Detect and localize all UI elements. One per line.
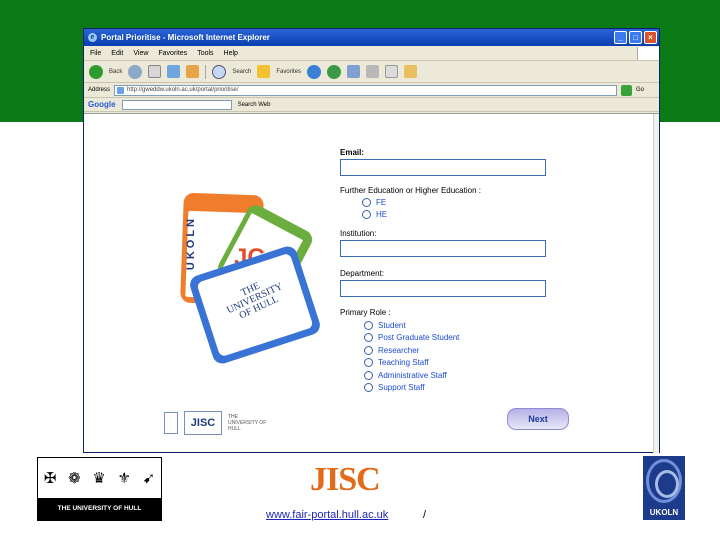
back-arrow-icon[interactable] xyxy=(89,64,103,79)
menu-favorites[interactable]: Favorites xyxy=(158,50,187,57)
menu-bar: File Edit View Favorites Tools Help xyxy=(84,46,659,61)
refresh-icon[interactable] xyxy=(167,65,181,78)
radio-fe[interactable] xyxy=(362,198,371,207)
mail-icon[interactable] xyxy=(347,65,361,78)
google-search-web-button[interactable]: Search Web xyxy=(238,102,271,108)
close-button[interactable]: × xyxy=(644,31,657,44)
radio-admin[interactable] xyxy=(364,371,373,380)
ukoln-swirl-icon xyxy=(646,459,682,503)
address-input[interactable]: http://gweddw.ukoln.ac.uk/portal/priorit… xyxy=(114,84,618,96)
search-icon[interactable] xyxy=(212,64,227,79)
google-toolbar: Google Search Web xyxy=(84,98,659,112)
next-button[interactable]: Next xyxy=(507,408,569,430)
role-option-admin[interactable]: Administrative Staff xyxy=(364,371,447,380)
ie-icon: e xyxy=(88,33,97,42)
institution-field[interactable] xyxy=(340,240,546,257)
scrollbar[interactable] xyxy=(653,114,659,453)
role-option-label: Administrative Staff xyxy=(378,371,447,380)
role-option-postgrad[interactable]: Post Graduate Student xyxy=(364,333,459,342)
favorites-star-icon[interactable] xyxy=(257,65,271,78)
browser-window: e Portal Prioritise - Microsoft Internet… xyxy=(83,28,660,453)
go-arrow-icon[interactable] xyxy=(621,84,633,96)
toolbar: Back Search Favorites xyxy=(84,61,659,83)
department-field[interactable] xyxy=(340,280,546,297)
ukoln-wordmark: UKOLN xyxy=(649,508,679,517)
ukoln-logo: UKOLN xyxy=(643,456,685,520)
email-field[interactable] xyxy=(340,159,546,176)
edit-icon[interactable] xyxy=(385,65,399,78)
google-search-input[interactable] xyxy=(121,99,232,110)
title-bar: e Portal Prioritise - Microsoft Internet… xyxy=(84,29,659,46)
role-label: Primary Role : xyxy=(340,308,391,317)
role-option-label: Post Graduate Student xyxy=(378,333,460,342)
education-label: Further Education or Higher Education : xyxy=(340,186,481,195)
google-logo[interactable]: Google xyxy=(88,100,116,109)
role-option-researcher[interactable]: Researcher xyxy=(364,346,419,355)
role-option-label: Researcher xyxy=(378,346,420,355)
crest-ship-icon: ✠ xyxy=(43,470,57,487)
menu-view[interactable]: View xyxy=(133,50,148,57)
page-content: UKOLN JC THE UNIVERSITY OF HULL JISC THE… xyxy=(84,113,659,453)
education-option-fe-label: FE xyxy=(376,198,387,207)
favorites-label[interactable]: Favorites xyxy=(276,69,301,75)
menu-file[interactable]: File xyxy=(90,50,101,57)
radio-postgrad[interactable] xyxy=(364,333,373,342)
stop-icon[interactable] xyxy=(148,65,162,78)
small-hull-logo: THE UNIVERSITY OF HULL xyxy=(228,414,267,432)
jisc-logo: JISC xyxy=(310,461,381,498)
department-label: Department: xyxy=(340,269,385,278)
address-label: Address xyxy=(88,87,111,93)
radio-researcher[interactable] xyxy=(364,346,373,355)
media-icon[interactable] xyxy=(307,64,322,79)
menu-tools[interactable]: Tools xyxy=(197,50,213,57)
small-jisc-logo: JISC xyxy=(184,411,222,435)
education-option-he[interactable]: HE xyxy=(362,210,387,219)
windows-logo-icon xyxy=(637,46,659,60)
education-option-fe[interactable]: FE xyxy=(362,198,386,207)
radio-teaching[interactable] xyxy=(364,358,373,367)
role-option-label: Support Staff xyxy=(378,383,425,392)
search-label[interactable]: Search xyxy=(232,69,251,75)
maximize-button[interactable]: □ xyxy=(629,31,642,44)
role-option-label: Student xyxy=(378,321,406,330)
print-icon[interactable] xyxy=(366,65,380,78)
radio-he[interactable] xyxy=(362,210,371,219)
forward-arrow-icon[interactable] xyxy=(128,64,143,79)
ukoln-card-text: UKOLN xyxy=(185,216,197,271)
role-option-student[interactable]: Student xyxy=(364,321,406,330)
folder-icon[interactable] xyxy=(404,65,418,78)
radio-support[interactable] xyxy=(364,383,373,392)
go-button[interactable]: Go xyxy=(636,87,644,93)
back-label[interactable]: Back xyxy=(109,69,122,75)
crest-bird-icon: ➹ xyxy=(142,470,156,487)
small-ukoln-logo xyxy=(164,412,178,434)
crest-rose-icon: ❁ xyxy=(68,470,81,487)
radio-student[interactable] xyxy=(364,321,373,330)
toolbar-separator xyxy=(205,64,207,79)
role-option-support[interactable]: Support Staff xyxy=(364,383,425,392)
email-label: Email: xyxy=(340,148,365,157)
address-bar: Address http://gweddw.ukoln.ac.uk/portal… xyxy=(84,83,659,98)
window-title: Portal Prioritise - Microsoft Internet E… xyxy=(101,33,270,42)
hull-university-logo: ✠ ❁ ♛ ⚜ ➹ THE UNIVERSITY OF HULL xyxy=(37,457,162,521)
portal-link[interactable]: www.fair-portal.hull.ac.uk xyxy=(266,509,388,521)
hull-crest-icons: ✠ ❁ ♛ ⚜ ➹ xyxy=(38,458,161,498)
history-icon[interactable] xyxy=(327,64,342,79)
small-logo-strip: JISC THE UNIVERSITY OF HULL xyxy=(164,411,268,435)
institution-label: Institution: xyxy=(340,229,377,238)
menu-help[interactable]: Help xyxy=(224,50,238,57)
education-option-he-label: HE xyxy=(376,210,388,219)
minimize-button[interactable]: _ xyxy=(614,31,627,44)
home-icon[interactable] xyxy=(186,65,200,78)
menu-edit[interactable]: Edit xyxy=(111,50,123,57)
hull-name: THE UNIVERSITY OF HULL xyxy=(38,498,161,520)
role-option-label: Teaching Staff xyxy=(378,358,429,367)
crest-fleur-icon: ⚜ xyxy=(117,470,131,487)
crest-crown-icon: ♛ xyxy=(92,470,106,487)
portal-link-suffix: / xyxy=(423,509,427,521)
role-option-teaching[interactable]: Teaching Staff xyxy=(364,358,429,367)
